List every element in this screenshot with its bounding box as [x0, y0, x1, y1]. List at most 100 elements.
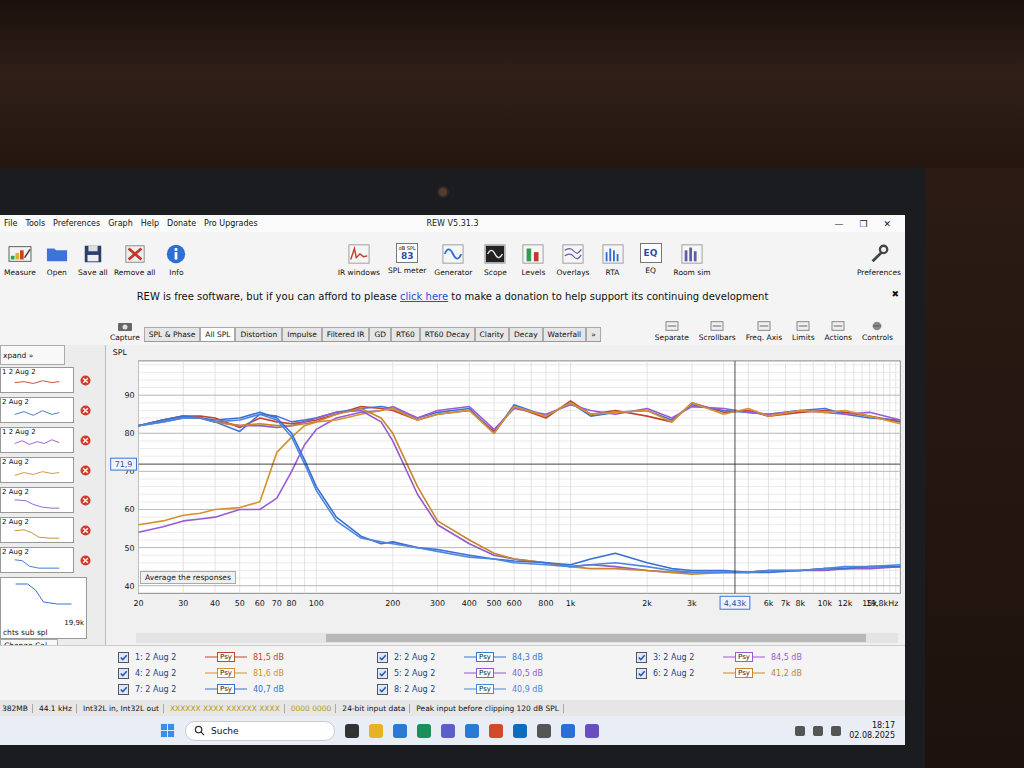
toolbar-button[interactable]: EQEQ — [636, 243, 666, 275]
toolbar-button[interactable]: Open — [42, 243, 72, 277]
window-control[interactable]: ❐ — [859, 219, 867, 229]
taskbar-app-icon[interactable] — [489, 724, 503, 738]
menu-item[interactable]: Help — [141, 219, 159, 228]
toolbar-button[interactable]: Save all — [78, 243, 108, 277]
toolbar-button[interactable]: RTA — [598, 243, 628, 277]
smoothing-badge[interactable]: Psy — [464, 668, 506, 678]
menu-item[interactable]: Pro Upgrades — [204, 219, 258, 228]
remove-icon[interactable] — [80, 555, 91, 566]
graph-tab[interactable]: Waterfall — [543, 327, 587, 341]
graph-tab[interactable]: SPL & Phase — [144, 327, 200, 341]
measurement-item[interactable]: 2 Aug 2 — [0, 545, 105, 575]
taskbar-app-icon[interactable] — [393, 724, 407, 738]
legend-checkbox[interactable] — [636, 668, 647, 679]
remove-icon[interactable] — [80, 525, 91, 536]
graph-tab[interactable]: » — [586, 327, 601, 341]
graph-tab[interactable]: GD — [369, 327, 391, 341]
expand-button[interactable]: xpand » — [0, 345, 65, 365]
legend-checkbox[interactable] — [377, 652, 388, 663]
measurement-item[interactable]: 2 Aug 2 — [0, 515, 105, 545]
capture-button[interactable]: Capture — [110, 320, 140, 342]
taskbar-app-icon[interactable] — [513, 724, 527, 738]
menu-item[interactable]: Donate — [167, 219, 196, 228]
graph-tool-button[interactable]: Controls — [862, 320, 893, 342]
spl-chart[interactable]: SPL9080706050402030405060708010020030040… — [106, 345, 905, 631]
measurement-item[interactable]: 1 2 Aug 2 — [0, 365, 105, 395]
clock[interactable]: 18:1702.08.2025 — [849, 721, 895, 741]
window-control[interactable]: ✕ — [883, 219, 891, 229]
windows-start-icon[interactable] — [160, 723, 175, 738]
taskbar-app-icon[interactable] — [417, 724, 431, 738]
measurement-item[interactable]: 2 Aug 2 — [0, 455, 105, 485]
legend-checkbox[interactable] — [118, 684, 129, 695]
toolbar-button[interactable]: dB SPL83SPL meter — [388, 243, 426, 275]
tray-icon[interactable] — [831, 726, 841, 736]
remove-icon[interactable] — [80, 435, 91, 446]
smoothing-badge[interactable]: Psy — [464, 684, 506, 694]
toolbar-button[interactable]: IR windows — [338, 243, 380, 277]
legend-checkbox[interactable] — [118, 668, 129, 679]
toolbar-button[interactable]: Measure — [4, 243, 36, 277]
remove-icon[interactable] — [80, 375, 91, 386]
menu-item[interactable]: File — [4, 219, 17, 228]
taskbar-app-icon[interactable] — [441, 724, 455, 738]
smoothing-badge[interactable]: Psy — [464, 652, 506, 662]
graph-tab[interactable]: Distortion — [235, 327, 282, 341]
measurement-item[interactable]: 1 2 Aug 2 — [0, 425, 105, 455]
taskbar-app-icon[interactable] — [465, 724, 479, 738]
tray-icon[interactable] — [813, 726, 823, 736]
graph-tool-button[interactable]: Scrollbars — [699, 320, 736, 342]
preferences-button[interactable]: Preferences — [857, 243, 901, 277]
graph-tab[interactable]: RT60 — [391, 327, 420, 341]
donate-link[interactable]: click here — [400, 291, 448, 302]
graph-tool-button[interactable]: Actions — [825, 320, 852, 342]
close-banner-button[interactable]: ✖ — [891, 289, 899, 299]
window-control[interactable]: — — [834, 219, 843, 229]
toolbar-button[interactable]: Levels — [518, 243, 548, 277]
graph-tab[interactable]: All SPL — [200, 327, 235, 341]
remove-icon[interactable] — [80, 495, 91, 506]
taskbar-search[interactable]: Suche — [185, 721, 335, 741]
legend-checkbox[interactable] — [377, 684, 388, 695]
smoothing-badge[interactable]: Psy — [205, 652, 247, 662]
menu-item[interactable]: Preferences — [53, 219, 100, 228]
legend-checkbox[interactable] — [636, 652, 647, 663]
smoothing-badge[interactable]: Psy — [205, 668, 247, 678]
graph-tab[interactable]: Filtered IR — [322, 327, 370, 341]
remove-icon[interactable] — [80, 465, 91, 476]
taskbar-app-icon[interactable] — [561, 724, 575, 738]
legend-checkbox[interactable] — [377, 668, 388, 679]
taskbar-app-icon[interactable] — [585, 724, 599, 738]
graph-tab[interactable]: Decay — [509, 327, 543, 341]
scrollbar-thumb[interactable] — [326, 634, 866, 642]
thumbnail-graph — [1, 377, 73, 390]
menu-item[interactable]: Tools — [25, 219, 45, 228]
toolbar-button[interactable]: Scope — [480, 243, 510, 277]
horizontal-scrollbar[interactable] — [136, 633, 898, 643]
remove-icon[interactable] — [80, 405, 91, 416]
average-responses-button[interactable]: Average the responses — [140, 571, 236, 584]
taskbar-app-icon[interactable] — [345, 724, 359, 738]
graph-tab[interactable]: Clarity — [475, 327, 509, 341]
taskbar-app-icon[interactable] — [369, 724, 383, 738]
graph-tool-button[interactable]: Limits — [792, 320, 815, 342]
tray-icon[interactable] — [795, 726, 805, 736]
legend-checkbox[interactable] — [118, 652, 129, 663]
smoothing-badge[interactable]: Psy — [723, 668, 765, 678]
x-tick: 6k — [764, 599, 774, 608]
smoothing-badge[interactable]: Psy — [205, 684, 247, 694]
toolbar-button[interactable]: Room sim — [674, 243, 711, 277]
menu-item[interactable]: Graph — [108, 219, 133, 228]
toolbar-button[interactable]: Info — [161, 243, 191, 277]
toolbar-button[interactable]: Remove all — [114, 243, 156, 277]
graph-tool-button[interactable]: Separate — [655, 320, 689, 342]
graph-tool-button[interactable]: Freq. Axis — [746, 320, 782, 342]
toolbar-button[interactable]: Generator — [434, 243, 472, 277]
measurement-item[interactable]: 2 Aug 2 — [0, 395, 105, 425]
graph-tab[interactable]: RT60 Decay — [420, 327, 475, 341]
measurement-item[interactable]: 2 Aug 2 — [0, 485, 105, 515]
taskbar-app-icon[interactable] — [537, 724, 551, 738]
graph-tab[interactable]: Impulse — [282, 327, 322, 341]
toolbar-button[interactable]: Overlays — [556, 243, 589, 277]
smoothing-badge[interactable]: Psy — [723, 652, 765, 662]
